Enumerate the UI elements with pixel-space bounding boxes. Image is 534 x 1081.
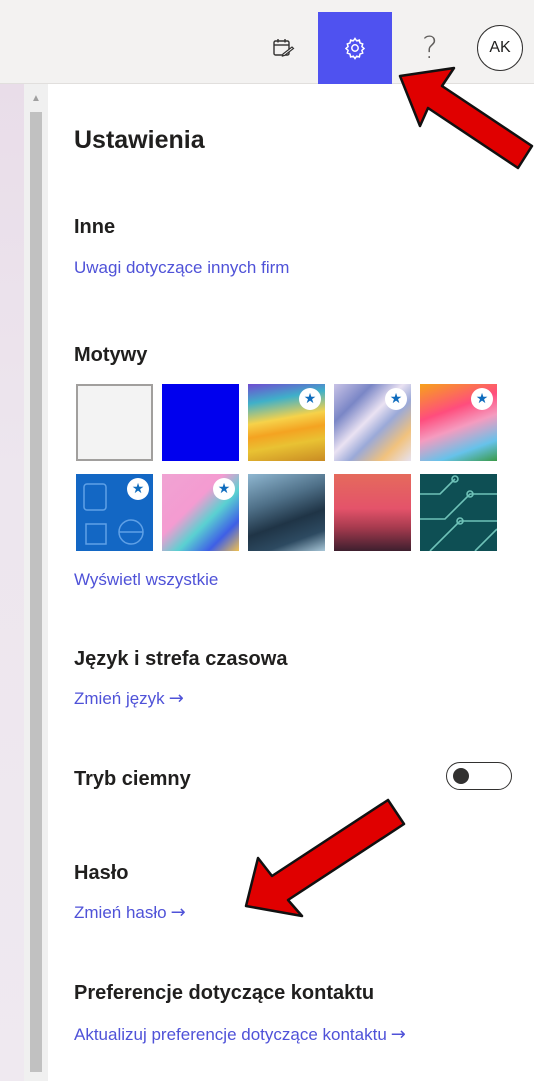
- scrollbar[interactable]: ▲: [24, 84, 48, 1081]
- premium-star-icon: ★: [471, 388, 493, 410]
- gear-icon: [344, 37, 366, 60]
- section-heading-password: Hasło: [74, 862, 129, 884]
- help-icon: ?: [422, 30, 438, 66]
- theme-circuit[interactable]: [420, 474, 497, 551]
- theme-blueprint[interactable]: ★: [76, 474, 153, 551]
- settings-button[interactable]: [318, 12, 392, 84]
- calendar-check-icon: [273, 39, 295, 57]
- arrow-right-icon: →: [170, 902, 186, 923]
- change-password-label: Zmień hasło: [74, 903, 167, 922]
- premium-star-icon: ★: [299, 388, 321, 410]
- theme-board-game[interactable]: ★: [162, 474, 239, 551]
- change-language-label: Zmień język: [74, 689, 165, 708]
- help-button[interactable]: ?: [402, 12, 458, 84]
- update-contact-preferences-link[interactable]: Aktualizuj preferencje dotyczące kontakt…: [74, 1024, 406, 1045]
- theme-ocean[interactable]: [248, 474, 325, 551]
- dark-mode-toggle[interactable]: [446, 762, 512, 790]
- section-heading-themes: Motywy: [74, 344, 148, 366]
- theme-light[interactable]: [76, 384, 153, 461]
- third-party-notices-link[interactable]: Uwagi dotyczące innych firm: [74, 258, 289, 278]
- section-heading-contact: Preferencje dotyczące kontaktu: [74, 982, 375, 1004]
- scroll-thumb[interactable]: [30, 112, 42, 1072]
- arrow-right-icon: →: [168, 688, 184, 709]
- arrow-right-icon: →: [390, 1024, 406, 1045]
- top-bar: ? AK: [0, 0, 534, 84]
- circuit-pattern: [420, 475, 497, 551]
- avatar: AK: [477, 25, 523, 71]
- theme-palms[interactable]: [334, 474, 411, 551]
- theme-ribbons[interactable]: ★: [334, 384, 411, 461]
- account-button[interactable]: AK: [476, 12, 524, 84]
- change-language-link[interactable]: Zmień język →: [74, 688, 184, 709]
- dark-mode-label: Tryb ciemny: [74, 768, 191, 790]
- section-heading-other: Inne: [74, 216, 116, 238]
- toggle-knob: [453, 768, 469, 784]
- panel-title: Ustawienia: [74, 126, 205, 154]
- settings-panel: Ustawienia Inne Uwagi dotyczące innych f…: [48, 84, 534, 1081]
- calendar-check-button[interactable]: [258, 12, 308, 84]
- view-all-themes-link[interactable]: Wyświetl wszystkie: [74, 570, 218, 590]
- section-heading-language: Język i strefa czasowa: [74, 648, 288, 670]
- scroll-up-icon[interactable]: ▲: [24, 88, 48, 108]
- theme-blue[interactable]: [162, 384, 239, 461]
- change-password-link[interactable]: Zmień hasło →: [74, 902, 186, 923]
- premium-star-icon: ★: [127, 478, 149, 500]
- theme-stripes[interactable]: ★: [248, 384, 325, 461]
- premium-star-icon: ★: [213, 478, 235, 500]
- theme-unicorn[interactable]: ★: [420, 384, 497, 461]
- update-contact-preferences-label: Aktualizuj preferencje dotyczące kontakt…: [74, 1025, 387, 1044]
- background-strip: [0, 84, 24, 1081]
- premium-star-icon: ★: [385, 388, 407, 410]
